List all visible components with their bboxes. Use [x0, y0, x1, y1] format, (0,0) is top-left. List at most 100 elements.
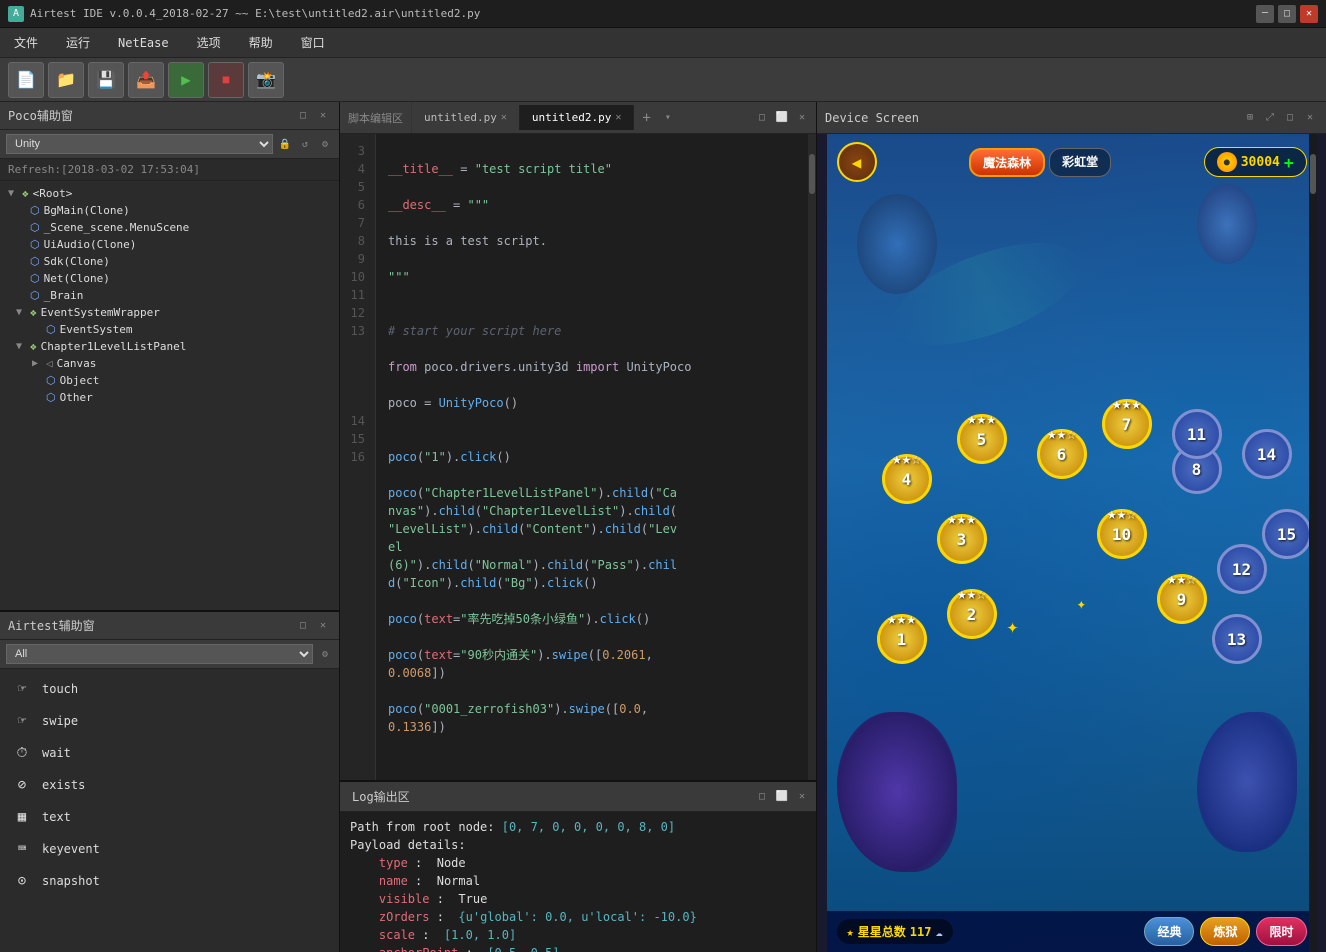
editor-tab-untitled1[interactable]: untitled.py ✕: [412, 105, 520, 130]
minimize-button[interactable]: ─: [1256, 5, 1274, 23]
device-fit-btn[interactable]: ⤢: [1262, 110, 1278, 126]
close-button[interactable]: ✕: [1300, 5, 1318, 23]
tree-label-sdk: Sdk(Clone): [44, 255, 110, 268]
level-node-6[interactable]: ★★☆ 6: [1037, 429, 1087, 479]
game-mode-classic[interactable]: 经典: [1144, 917, 1194, 946]
tree-item-chapter1[interactable]: ▼ ❖ Chapter1LevelListPanel: [0, 338, 339, 355]
save-button[interactable]: 💾: [88, 62, 124, 98]
open-file-button[interactable]: 📁: [48, 62, 84, 98]
device-scrollbar[interactable]: [1309, 134, 1317, 952]
log-minimize-btn[interactable]: □: [754, 789, 770, 805]
tab-close-untitled2[interactable]: ✕: [615, 112, 621, 123]
tree-item-canvas[interactable]: ▶ ◁ Canvas: [0, 355, 339, 372]
game-mode-time[interactable]: 限时: [1256, 917, 1306, 946]
menu-window[interactable]: 窗口: [295, 30, 331, 55]
toolbar: 📄 📁 💾 📤 ▶ ⏹ 📸: [0, 58, 1326, 102]
game-tab-magic-forest[interactable]: 魔法森林: [969, 148, 1045, 177]
tree-item-other[interactable]: ⬡ Other: [0, 389, 339, 406]
level-9-num: 9: [1177, 590, 1187, 609]
tree-item-eventsystem[interactable]: ⬡ EventSystem: [0, 321, 339, 338]
poco-settings-btn[interactable]: ⚙: [317, 136, 333, 152]
level-node-1[interactable]: ★★★ 1: [877, 614, 927, 664]
level-node-13[interactable]: 13: [1212, 614, 1262, 664]
menu-help[interactable]: 帮助: [243, 30, 279, 55]
airtest-item-exists[interactable]: ⊘ exists: [0, 769, 339, 801]
editor-close-btn[interactable]: ✕: [794, 110, 810, 126]
airtest-item-snapshot[interactable]: ⊙ snapshot: [0, 865, 339, 897]
tab-close-untitled1[interactable]: ✕: [501, 112, 507, 123]
device-minimize-btn[interactable]: □: [1282, 110, 1298, 126]
menu-netease[interactable]: NetEase: [112, 32, 175, 54]
tree-item-uiaudio[interactable]: ⬡ UiAudio(Clone): [0, 236, 339, 253]
airtest-item-keyevent[interactable]: ⌨ keyevent: [0, 833, 339, 865]
editor-scrollbar-thumb[interactable]: [809, 154, 815, 194]
tree-item-eventsystem-wrapper[interactable]: ▼ ❖ EventSystemWrapper: [0, 304, 339, 321]
tree-root[interactable]: ▼ ❖ <Root>: [0, 185, 339, 202]
poco-tree[interactable]: ▼ ❖ <Root> ⬡ BgMain(Clone) ⬡ _Scene_scen…: [0, 181, 339, 610]
level-node-15[interactable]: 15: [1262, 509, 1312, 559]
level-node-12[interactable]: 12: [1217, 544, 1267, 594]
maximize-button[interactable]: □: [1278, 5, 1296, 23]
level-node-3[interactable]: ★★★ 3: [937, 514, 987, 564]
tree-icon-net: ⬡: [30, 272, 40, 285]
level-node-9[interactable]: ★★☆ 9: [1157, 574, 1207, 624]
game-tab-rainbow[interactable]: 彩虹堂: [1049, 148, 1111, 177]
level-node-10[interactable]: ★★☆ 10: [1097, 509, 1147, 559]
tree-item-net[interactable]: ⬡ Net(Clone): [0, 270, 339, 287]
code-area[interactable]: 3 4 5 6 7 8 9 10 11 12 13 14 15: [340, 134, 808, 780]
airtest-filter-select[interactable]: All: [6, 644, 313, 664]
tree-label-root: <Root>: [33, 187, 73, 200]
airtest-panel-minimize[interactable]: □: [295, 618, 311, 634]
editor-maximize-btn[interactable]: ⬜: [774, 110, 790, 126]
editor-tab-untitled2[interactable]: untitled2.py ✕: [520, 105, 635, 130]
tree-item-sdk[interactable]: ⬡ Sdk(Clone): [0, 253, 339, 270]
log-maximize-btn[interactable]: ⬜: [774, 789, 790, 805]
center-panel: 脚本编辑区 untitled.py ✕ untitled2.py ✕ + ▾ □…: [340, 102, 816, 952]
tab-add-button[interactable]: +: [634, 104, 658, 132]
menu-options[interactable]: 选项: [191, 30, 227, 55]
tree-item-object[interactable]: ⬡ Object: [0, 372, 339, 389]
airtest-panel-close[interactable]: ✕: [315, 618, 331, 634]
poco-panel-minimize[interactable]: □: [295, 108, 311, 124]
poco-lock-btn[interactable]: 🔒: [277, 136, 293, 152]
editor-minimize-btn[interactable]: □: [754, 110, 770, 126]
airtest-item-wait[interactable]: ⏱ wait: [0, 737, 339, 769]
log-close-btn[interactable]: ✕: [794, 789, 810, 805]
airtest-item-swipe[interactable]: ☞ swipe: [0, 705, 339, 737]
level-7-num: 7: [1122, 415, 1132, 434]
device-grid-btn[interactable]: ⊞: [1242, 110, 1258, 126]
menu-run[interactable]: 运行: [60, 30, 96, 55]
airtest-item-swipe-label: swipe: [42, 714, 78, 728]
level-node-5[interactable]: ★★★ 5: [957, 414, 1007, 464]
tab-dropdown-button[interactable]: ▾: [659, 106, 677, 129]
log-line-payload: Payload details:: [350, 836, 806, 854]
new-file-button[interactable]: 📄: [8, 62, 44, 98]
device-close-btn[interactable]: ✕: [1302, 110, 1318, 126]
poco-panel-close[interactable]: ✕: [315, 108, 331, 124]
level-node-14[interactable]: 14: [1242, 429, 1292, 479]
airtest-item-touch[interactable]: ☞ touch: [0, 673, 339, 705]
level-node-11[interactable]: 11: [1172, 409, 1222, 459]
stop-button[interactable]: ⏹: [208, 62, 244, 98]
poco-refresh-btn[interactable]: ↺: [297, 136, 313, 152]
screenshot-button[interactable]: 📸: [248, 62, 284, 98]
poco-device-select[interactable]: Unity Android iOS: [6, 134, 273, 154]
tree-item-brain[interactable]: ⬡ _Brain: [0, 287, 339, 304]
airtest-item-text[interactable]: ▦ text: [0, 801, 339, 833]
game-back-button[interactable]: ◀: [837, 142, 877, 182]
airtest-settings-btn[interactable]: ⚙: [317, 646, 333, 662]
tree-item-scene[interactable]: ⬡ _Scene_scene.MenuScene: [0, 219, 339, 236]
game-mode-hell[interactable]: 炼狱: [1200, 917, 1250, 946]
level-node-7[interactable]: ★★★ 7: [1102, 399, 1152, 449]
gold-plus-icon[interactable]: +: [1284, 153, 1294, 172]
log-line-type: type : Node: [350, 854, 806, 872]
level-6-num: 6: [1057, 445, 1067, 464]
editor-scrollbar[interactable]: [808, 134, 816, 780]
level-node-4[interactable]: ★★☆ 4: [882, 454, 932, 504]
tree-item-bgmain[interactable]: ⬡ BgMain(Clone): [0, 202, 339, 219]
menu-file[interactable]: 文件: [8, 30, 44, 55]
export-button[interactable]: 📤: [128, 62, 164, 98]
log-panel-title: Log输出区: [340, 788, 422, 805]
run-button[interactable]: ▶: [168, 62, 204, 98]
level-node-2[interactable]: ★★☆ 2: [947, 589, 997, 639]
